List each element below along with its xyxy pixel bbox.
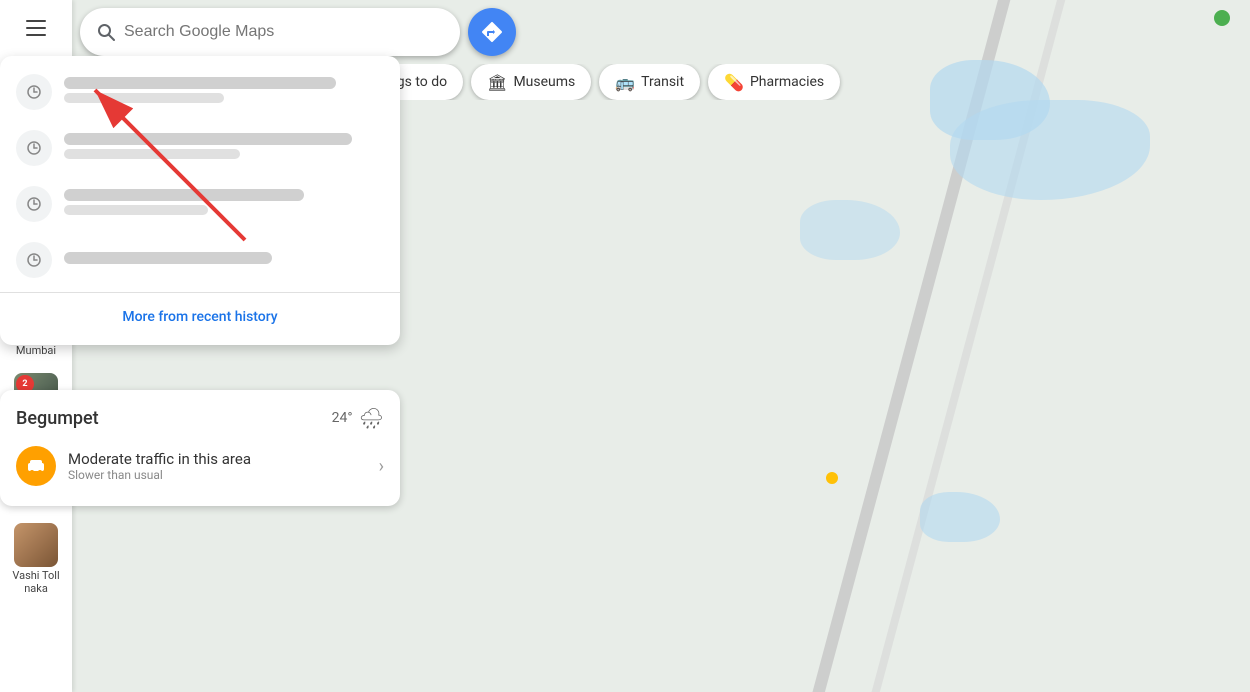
traffic-icon-circle [16, 446, 56, 486]
dropdown-text-3 [64, 189, 384, 219]
hamburger-line-2 [26, 27, 46, 29]
dropdown-text-4 [64, 252, 384, 268]
pill-label-pharmacies: Pharmacies [750, 74, 824, 90]
hamburger-line-3 [26, 34, 46, 36]
pill-label-transit: Transit [641, 74, 684, 90]
vashi-thumbnail [14, 523, 58, 567]
water-body-3 [800, 200, 900, 260]
history-icon-2 [26, 140, 42, 156]
dropdown-line-2a [64, 133, 352, 145]
vashi-thumb-img [14, 523, 58, 567]
dropdown-icon-3 [16, 186, 52, 222]
history-icon-3 [26, 196, 42, 212]
pill-museums[interactable]: 🏛 Museums [471, 64, 591, 100]
traffic-header: Begumpet 24° 🌧 [16, 406, 384, 430]
history-icon-1 [26, 84, 42, 100]
temperature-text: 24° [332, 410, 353, 426]
weather-icon: 🌧 [359, 406, 384, 430]
water-body-2 [950, 100, 1150, 200]
directions-icon [480, 20, 504, 44]
dropdown-line-2b [64, 149, 240, 159]
dropdown-icon-1 [16, 74, 52, 110]
dropdown-icon-2 [16, 130, 52, 166]
dropdown-line-3a [64, 189, 304, 201]
dropdown-text-2 [64, 133, 384, 163]
dropdown-divider [0, 292, 400, 293]
car-icon [25, 455, 47, 477]
hamburger-line-1 [26, 20, 46, 22]
dropdown-item-2[interactable] [0, 120, 400, 176]
traffic-status: Moderate traffic in this area [68, 450, 367, 468]
search-dropdown: More from recent history [0, 56, 400, 345]
search-input[interactable] [124, 23, 444, 41]
search-box [80, 8, 460, 56]
history-icon-4 [26, 252, 42, 268]
pill-icon-pharmacies: 💊 [724, 73, 744, 92]
dropdown-text-1 [64, 77, 384, 107]
sidebar-item-vashi[interactable]: Vashi Toll naka [0, 519, 72, 599]
traffic-info-row[interactable]: Moderate traffic in this area Slower tha… [16, 442, 384, 490]
dropdown-line-1b [64, 93, 224, 103]
dropdown-item-1[interactable] [0, 64, 400, 120]
dropdown-icon-4 [16, 242, 52, 278]
menu-button[interactable] [16, 8, 56, 48]
more-history-button[interactable]: More from recent history [0, 297, 400, 337]
traffic-location: Begumpet [16, 408, 99, 429]
traffic-text: Moderate traffic in this area Slower tha… [68, 450, 367, 482]
pill-pharmacies[interactable]: 💊 Pharmacies [708, 64, 840, 100]
search-icon [96, 22, 116, 42]
dropdown-line-1a [64, 77, 336, 89]
traffic-card: Begumpet 24° 🌧 Moderate traffic in this … [0, 390, 400, 506]
pill-transit[interactable]: 🚌 Transit [599, 64, 700, 100]
vashi-label: Vashi Toll naka [4, 569, 68, 595]
pill-icon-museums: 🏛 [487, 73, 507, 92]
dropdown-line-4a [64, 252, 272, 264]
traffic-weather: 24° 🌧 [332, 406, 384, 430]
mumbai-label: Mumbai [16, 344, 56, 357]
yellow-map-marker [826, 472, 838, 484]
dropdown-item-4[interactable] [0, 232, 400, 288]
dropdown-line-3b [64, 205, 208, 215]
traffic-detail: Slower than usual [68, 468, 367, 482]
search-row [80, 8, 1250, 56]
pill-icon-transit: 🚌 [615, 73, 635, 92]
dropdown-item-3[interactable] [0, 176, 400, 232]
pill-label-museums: Museums [513, 74, 575, 90]
water-body-4 [920, 492, 1000, 542]
chevron-right-icon: › [379, 456, 384, 477]
directions-button[interactable] [468, 8, 516, 56]
